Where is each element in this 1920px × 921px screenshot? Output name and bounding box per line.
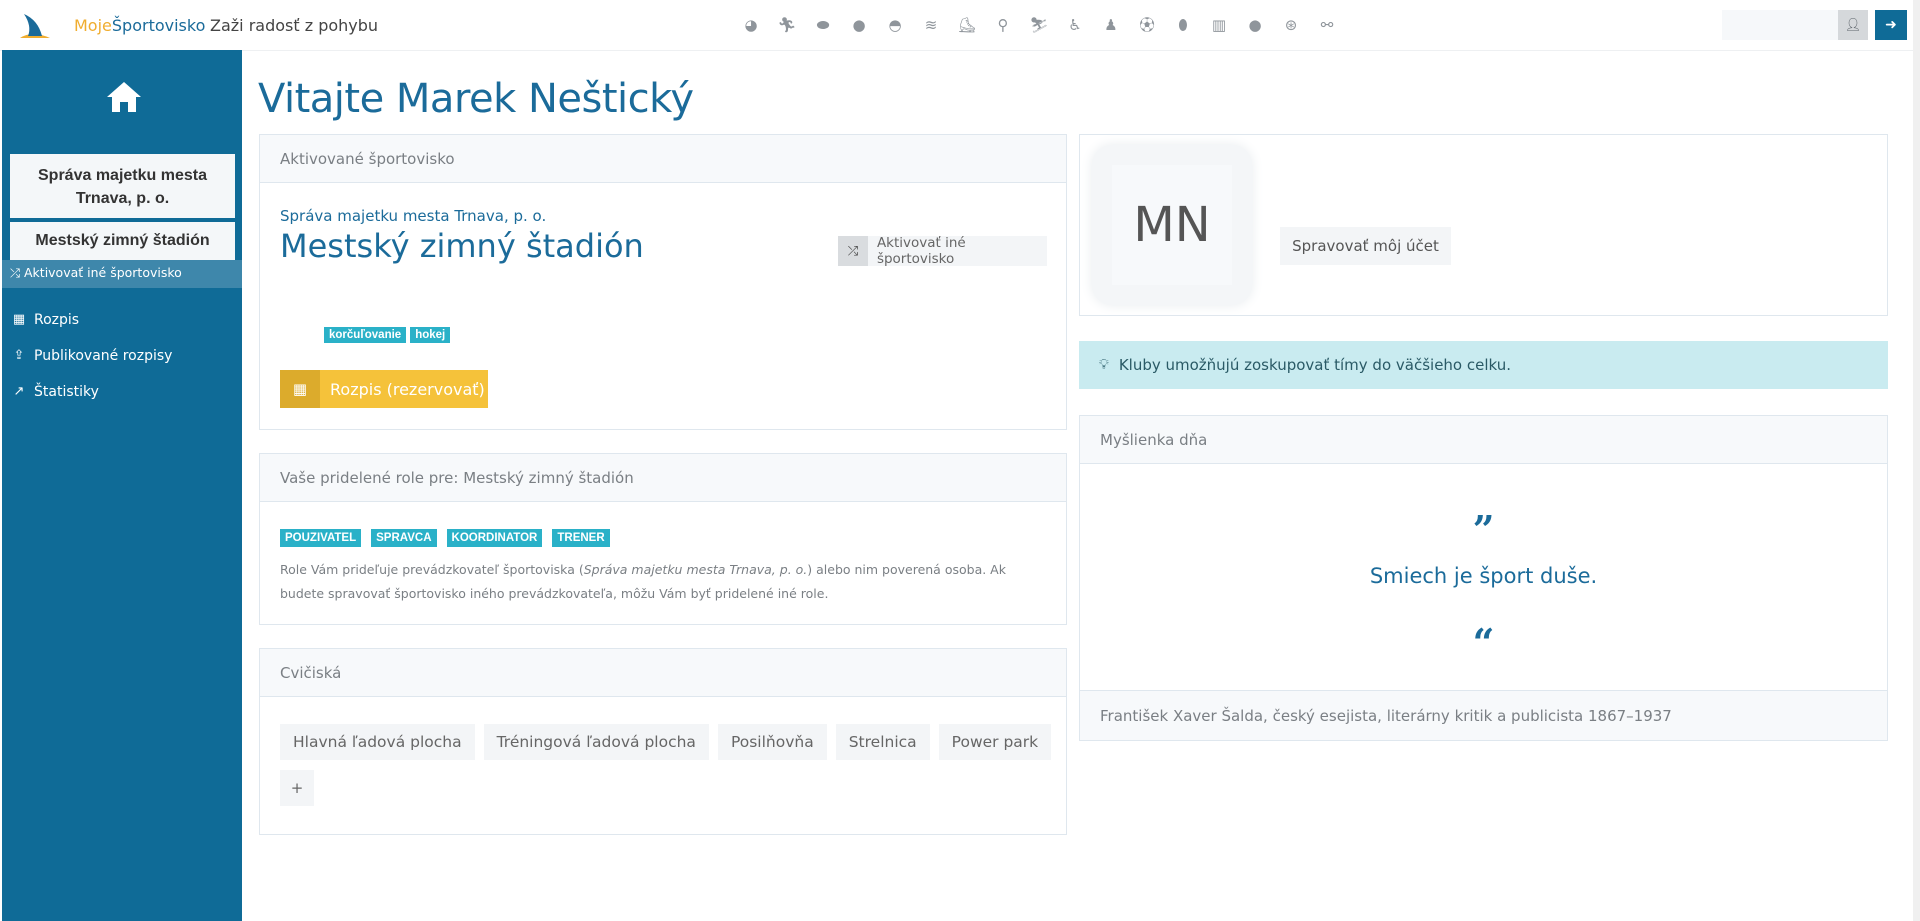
role-badge: TRENER — [552, 529, 610, 547]
basketball-2-icon[interactable]: ⊛ — [1273, 15, 1309, 35]
calendar-icon: ▦ — [12, 312, 26, 327]
hockey-puck-icon[interactable]: ⬬ — [805, 15, 841, 35]
top-navbar: MojeŠportovisko Zaži radosť z pohybu ◕ 🏃… — [0, 0, 1920, 51]
sidebar-item-statistiky[interactable]: ↗ Štatistiky — [2, 374, 242, 410]
exercise-places-panel: Cvičiská Hlavná ľadová plocha Tréningová… — [259, 648, 1067, 835]
venue-name: Mestský zimný štadión — [280, 227, 644, 265]
place-button[interactable]: Posilňovňa — [717, 724, 827, 760]
sidebar-item-rozpis[interactable]: ▦ Rozpis — [2, 302, 242, 338]
sidebar-org-name[interactable]: Správa majetku mesta Trnava, p. o. — [10, 154, 235, 218]
search-input[interactable] — [1722, 10, 1838, 40]
tagline: Zaži radosť z pohybu — [210, 16, 379, 35]
activate-other-button[interactable]: ⤮ Aktivovať iné športovisko — [838, 235, 1047, 267]
activated-venue-panel: Aktivované športovisko Správa majetku me… — [259, 134, 1067, 430]
volleyball-icon[interactable]: ◕ — [733, 15, 769, 35]
schedule-reserve-label: Rozpis (rezervovať) — [330, 379, 485, 399]
shuffle-icon: ⤮ — [838, 236, 868, 266]
tip-text: Kluby umožňujú zoskupovať tímy do väčšie… — [1118, 356, 1512, 374]
user-button[interactable]: 👤︎ — [1838, 10, 1868, 40]
skater-icon[interactable]: ♿︎ — [1057, 15, 1093, 35]
roles-text-before: Role Vám prideľuje prevádzkovateľ športo… — [280, 562, 584, 577]
activate-other-label: Aktivovať iné športovisko — [876, 235, 966, 267]
app-logo-icon[interactable] — [18, 10, 52, 40]
quote-close-mark: “ — [1472, 620, 1495, 665]
brand-part-1: Moje — [74, 16, 112, 35]
skiing-icon[interactable]: ⛷︎ — [1021, 15, 1057, 35]
shuffle-icon: ⤮ — [10, 265, 21, 280]
sidebar-item-label: Rozpis — [34, 312, 80, 328]
place-button[interactable]: Power park — [938, 724, 1052, 760]
cycling-icon[interactable]: ⚯ — [1309, 15, 1345, 35]
upload-icon: ⇪ — [13, 348, 25, 363]
sidebar-activate-other[interactable]: ⤮ Aktivovať iné športovisko — [2, 260, 242, 288]
sidebar-nav: ▦ Rozpis ⇪ Publikované rozpisy ↗ Štatist… — [2, 302, 242, 410]
weightlifting-icon[interactable]: ▥ — [1201, 15, 1237, 35]
schedule-reserve-button[interactable]: ▦ Rozpis (rezervovať) — [280, 370, 488, 408]
logout-icon: ➜ — [1885, 17, 1897, 33]
calendar-icon: ▦ — [280, 370, 320, 408]
sidebar-item-label: Publikované rozpisy — [34, 348, 173, 364]
brand-name[interactable]: MojeŠportovisko — [74, 16, 205, 35]
swimming-icon[interactable]: ≋ — [913, 15, 949, 35]
skating-icon[interactable]: ⛸︎ — [949, 15, 985, 35]
sport-tag: korčuľovanie — [324, 327, 407, 343]
quote-text: Smiech je šport duše. — [1369, 564, 1598, 588]
manage-account-button[interactable]: Spravovať môj účet — [1280, 227, 1451, 265]
role-badge: KOORDINATOR — [446, 529, 543, 547]
rugby-icon[interactable]: ⬮ — [1165, 15, 1201, 35]
bowling-icon[interactable]: ● — [1237, 15, 1273, 35]
venue-tags: korčuľovanie hokej — [324, 327, 451, 343]
role-badges: POUZIVATEL SPRAVCA KOORDINATOR TRENER — [280, 529, 610, 547]
places-list: Hlavná ľadová plocha Tréningová ľadová p… — [280, 724, 1060, 806]
sidebar-activate-label: Aktivovať iné športovisko — [24, 265, 182, 280]
place-button[interactable]: Hlavná ľadová plocha — [280, 724, 475, 760]
account-panel: MN Spravovať môj účet — [1079, 134, 1888, 316]
lightbulb-icon: 💡︎ — [1099, 357, 1109, 373]
page-title: Vitajte Marek Neštický — [258, 76, 694, 122]
tip-alert: 💡︎ Kluby umožňujú zoskupovať tímy do väč… — [1079, 341, 1888, 389]
sidebar-item-label: Štatistiky — [34, 384, 99, 400]
venue-org-link[interactable]: Správa majetku mesta Trnava, p. o. — [280, 207, 546, 225]
panel-header: Myšlienka dňa — [1080, 416, 1887, 464]
role-badge: SPRAVCA — [371, 529, 437, 547]
place-button[interactable]: Tréningová ľadová plocha — [483, 724, 709, 760]
add-place-button[interactable]: + — [280, 770, 314, 806]
sport-tag: hokej — [410, 327, 451, 343]
running-icon[interactable]: 🏃︎ — [769, 15, 805, 35]
user-icon: 👤︎ — [1844, 17, 1862, 33]
panel-header: Cvičiská — [260, 649, 1066, 697]
panel-header: Aktivované športovisko — [260, 135, 1066, 183]
sidebar-item-publikovane-rozpisy[interactable]: ⇪ Publikované rozpisy — [2, 338, 242, 374]
quote-author: František Xaver Šalda, český esejista, l… — [1080, 690, 1887, 740]
quote-panel: Myšlienka dňa ” Smiech je šport duše. “ … — [1079, 415, 1888, 741]
ball-sport-icon[interactable]: ◓ — [877, 15, 913, 35]
brand-part-2: Športovisko — [111, 16, 206, 35]
roles-description: Role Vám prideľuje prevádzkovateľ športo… — [280, 558, 1050, 606]
chart-icon: ↗ — [13, 384, 25, 399]
sidebar: Správa majetku mesta Trnava, p. o. Mests… — [2, 50, 242, 921]
quote-open-mark: ” — [1472, 507, 1495, 552]
role-badge: POUZIVATEL — [280, 529, 362, 547]
home-icon[interactable] — [105, 80, 143, 114]
panel-header: Vaše pridelené role pre: Mestský zimný š… — [260, 454, 1066, 502]
place-button[interactable]: Strelnica — [835, 724, 930, 760]
table-tennis-icon[interactable]: ♟ — [1093, 15, 1129, 35]
avatar[interactable]: MN — [1112, 165, 1232, 285]
roles-text-org: Správa majetku mesta Trnava, p. o. — [583, 562, 808, 577]
athletics-icon[interactable]: ⚲ — [985, 15, 1021, 35]
football-icon[interactable]: ⚽︎ — [1129, 15, 1165, 35]
roles-panel: Vaše pridelené role pre: Mestský zimný š… — [259, 453, 1067, 625]
logout-button[interactable]: ➜ — [1875, 10, 1907, 40]
basketball-icon[interactable]: ● — [841, 15, 877, 35]
avatar-frame: MN — [1092, 145, 1252, 305]
page-scrollbar[interactable] — [1913, 0, 1920, 921]
sport-icons-bar: ◕ 🏃︎ ⬬ ● ◓ ≋ ⛸︎ ⚲ ⛷︎ ♿︎ ♟ ⚽︎ ⬮ ▥ ● ⊛ ⚯ — [733, 15, 1345, 35]
sidebar-venue-name[interactable]: Mestský zimný štadión — [10, 222, 235, 260]
